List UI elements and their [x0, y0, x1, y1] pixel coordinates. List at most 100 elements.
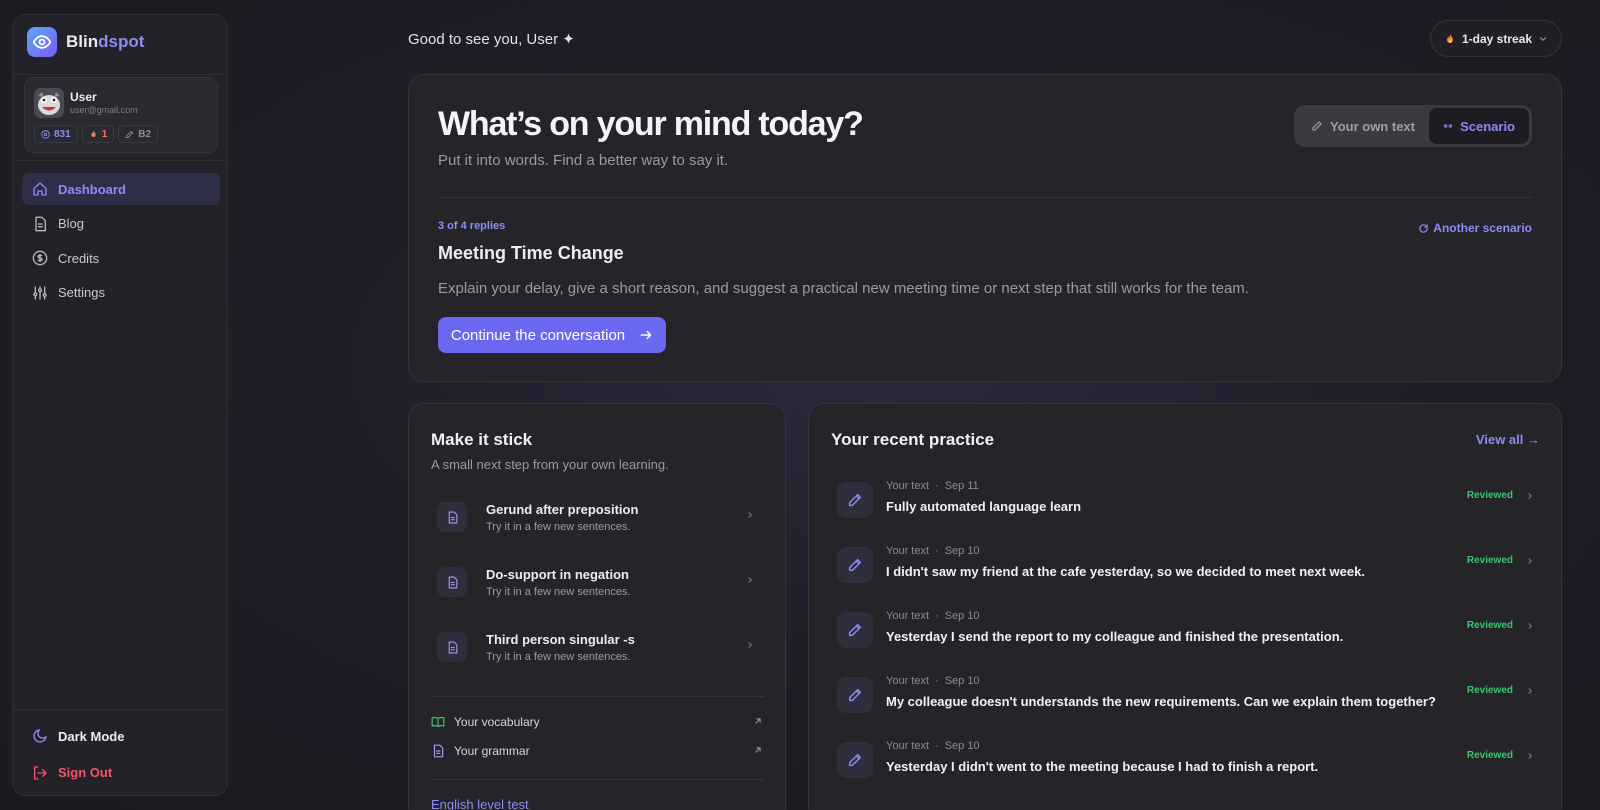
- status-badge: Reviewed: [1466, 490, 1513, 501]
- flame-icon: [1446, 33, 1453, 43]
- document-icon: [437, 632, 467, 662]
- sign-out-button[interactable]: Sign Out: [22, 756, 220, 790]
- scenario-progress: 3 of 4 replies: [438, 220, 506, 232]
- hero-subtitle: Put it into words. Find a better way to …: [438, 152, 729, 169]
- sidebar-item-label: Blog: [58, 216, 85, 231]
- sidebar-item-blog[interactable]: Blog: [22, 208, 220, 240]
- brand[interactable]: Blindspot: [27, 27, 144, 57]
- practice-meta: Your text · Sep 10: [886, 675, 980, 687]
- sign-out-icon: [34, 765, 47, 780]
- grammar-suggestion-item[interactable]: Gerund after preposition Try it in a few…: [431, 494, 765, 542]
- mode-scenario-button[interactable]: Scenario: [1429, 108, 1529, 144]
- document-icon: [35, 216, 46, 231]
- chevron-right-icon: [748, 642, 752, 648]
- mode-own-text-button[interactable]: Your own text: [1297, 108, 1429, 144]
- user-card[interactable]: User user@gmail.com 831 1 B2: [24, 77, 218, 153]
- practice-meta: Your text · Sep 11: [886, 480, 979, 492]
- brand-name: Blindspot: [66, 32, 145, 51]
- sliders-icon: [33, 285, 47, 300]
- user-stats: 831 1 B2: [34, 125, 159, 143]
- hero-card: What’s on your mind today? Put it into w…: [408, 74, 1562, 382]
- sidebar-item-dashboard[interactable]: Dashboard: [22, 173, 220, 205]
- chevron-down-icon: [1539, 36, 1547, 41]
- sidebar-item-credits[interactable]: Credits: [22, 242, 220, 274]
- practice-row[interactable]: Your text · Sep 11 Fully automated language…: [831, 472, 1543, 524]
- scenario-title: Meeting Time Change: [438, 243, 624, 263]
- document-icon: [437, 567, 467, 597]
- sidebar-bottom-actions: Dark Mode Sign Out: [22, 719, 220, 792]
- grammar-suggestion-item[interactable]: Third person singular -s Try it in a few…: [431, 624, 765, 672]
- pencil-icon: [837, 612, 873, 648]
- grammar-link[interactable]: Your grammar: [431, 741, 765, 761]
- divider: [431, 779, 765, 780]
- arrow-right-icon: [640, 330, 652, 340]
- grammar-suggestion-item[interactable]: Do-support in negation Try it in a few n…: [431, 559, 765, 607]
- document-icon: [433, 744, 444, 758]
- dollar-icon: [32, 250, 48, 266]
- pencil-icon: [837, 482, 873, 518]
- sidebar-item-label: Settings: [58, 285, 105, 300]
- practice-text: Fully automated language learn: [886, 499, 1082, 514]
- pencil-icon: [837, 547, 873, 583]
- sidebar-nav: Dashboard Blog Credits Settings: [22, 173, 220, 311]
- eye-logo-icon: [27, 27, 57, 57]
- credits-icon: [41, 129, 50, 139]
- practice-text: My colleague doesn't understands the new…: [886, 694, 1436, 709]
- continue-conversation-button[interactable]: Continue the conversation: [438, 317, 666, 353]
- chevron-right-icon: [1528, 493, 1532, 499]
- refresh-icon: [1419, 223, 1429, 233]
- level-badge: B2: [118, 125, 159, 143]
- card-subtitle: A small next step from your own learning…: [431, 457, 669, 472]
- status-badge: Reviewed: [1466, 555, 1513, 566]
- greeting: Good to see you, User ✦: [408, 31, 575, 48]
- chevron-right-icon: [1528, 558, 1532, 564]
- make-it-stick-card: Make it stick A small next step from you…: [408, 403, 786, 810]
- home-icon: [33, 182, 47, 196]
- streak-dropdown[interactable]: 1-day streak: [1430, 20, 1562, 57]
- book-icon: [431, 716, 445, 728]
- pencil-icon: [837, 677, 873, 713]
- divider: [13, 74, 227, 75]
- page-title: What’s on your mind today?: [438, 105, 864, 143]
- dark-mode-toggle[interactable]: Dark Mode: [22, 719, 220, 753]
- chevron-right-icon: [748, 577, 752, 583]
- credits-badge: 831: [34, 125, 78, 143]
- divider: [431, 696, 765, 697]
- practice-row[interactable]: Your text · Sep 10 I didn't saw my friend a…: [831, 537, 1543, 589]
- practice-row[interactable]: Your text · Sep 10 Yesterday I didn't went …: [831, 732, 1543, 784]
- practice-row[interactable]: Your text · Sep 10 My colleague doesn't und…: [831, 667, 1543, 719]
- user-name: User: [70, 90, 97, 104]
- flame-icon: [90, 130, 96, 137]
- divider: [438, 197, 1532, 198]
- practice-meta: Your text · Sep 10: [886, 740, 980, 752]
- arrows-horizontal-icon: [1443, 123, 1453, 129]
- streak-badge: 1: [81, 125, 115, 143]
- external-arrow-icon: [755, 718, 761, 724]
- edit-icon: [126, 130, 134, 138]
- practice-text: Yesterday I didn't went to the meeting b…: [886, 759, 1319, 774]
- practice-text: Yesterday I send the report to my collea…: [886, 629, 1344, 644]
- status-badge: Reviewed: [1466, 685, 1513, 696]
- view-all-link[interactable]: View all →: [1476, 432, 1540, 447]
- sidebar-item-settings[interactable]: Settings: [22, 277, 220, 309]
- practice-text: I didn't saw my friend at the cafe yeste…: [886, 564, 1365, 579]
- another-scenario-button[interactable]: Another scenario: [1418, 221, 1532, 235]
- english-level-test-link[interactable]: English level test: [431, 797, 529, 810]
- vocabulary-link[interactable]: Your vocabulary: [431, 712, 765, 732]
- chevron-right-icon: [1528, 753, 1532, 759]
- avatar: [34, 88, 64, 118]
- chevron-right-icon: [748, 512, 752, 518]
- chevron-right-icon: [1528, 688, 1532, 694]
- pencil-icon: [1312, 121, 1322, 131]
- scenario-description: Explain your delay, give a short reason,…: [438, 280, 1249, 297]
- practice-row[interactable]: Your text · Sep 10 Yesterday I send the rep…: [831, 602, 1543, 654]
- external-arrow-icon: [755, 747, 761, 753]
- sidebar-item-label: Dashboard: [58, 181, 126, 197]
- pencil-icon: [837, 742, 873, 778]
- card-title: Your recent practice: [831, 430, 995, 449]
- practice-meta: Your text · Sep 10: [886, 610, 980, 622]
- divider: [13, 160, 227, 161]
- divider: [13, 709, 227, 710]
- sidebar: Blindspot User user@gmail.com 831 1 B2 D…: [12, 14, 228, 796]
- document-icon: [437, 502, 467, 532]
